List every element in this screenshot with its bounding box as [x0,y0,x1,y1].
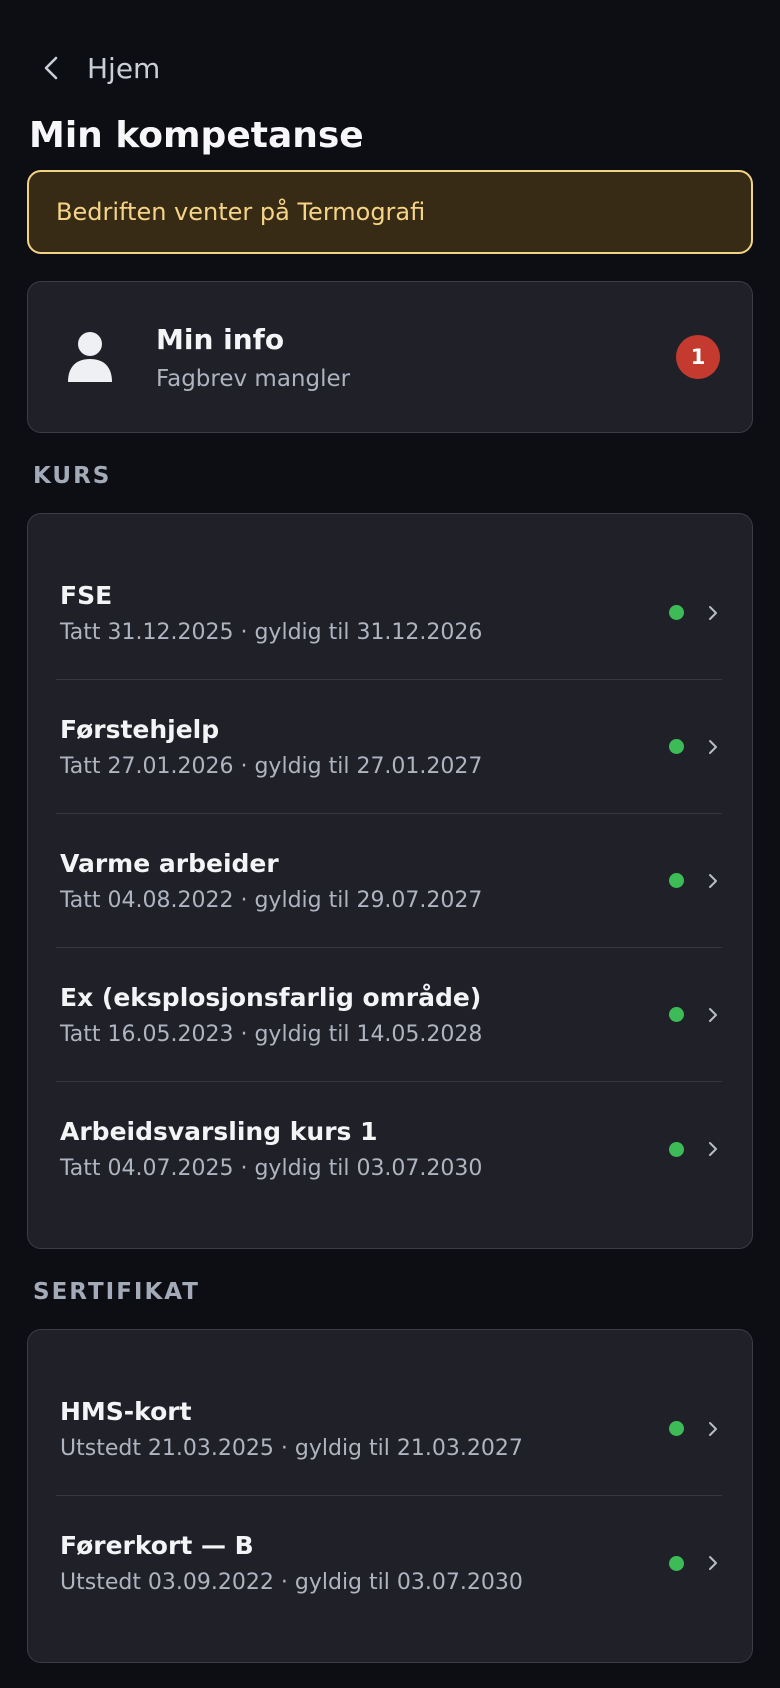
item-subtitle: Tatt 16.05.2023 · gyldig til 14.05.2028 [60,1021,483,1047]
notification-badge: 1 [676,335,720,380]
item-title: Varme arbeider [60,848,279,878]
item-subtitle: Tatt 04.08.2022 · gyldig til 29.07.2027 [60,887,483,913]
item-title: Førstehjelp [60,714,220,744]
chevron-right-icon [708,871,722,891]
my-info-subtitle: Fagbrev mangler [156,365,351,392]
chevron-right-icon [708,1139,722,1159]
pending-notice-banner: Bedriften venter på Termografi [27,170,753,255]
notice-text: Bedriften venter på Termografi [56,198,426,227]
person-icon [66,330,114,384]
item-subtitle: Utstedt 03.09.2022 · gyldig til 03.07.20… [60,1570,523,1596]
item-subtitle: Tatt 04.07.2025 · gyldig til 03.07.2030 [60,1156,483,1182]
list-item[interactable]: Førerkort — B Utstedt 03.09.2022 · gyldi… [56,1496,722,1630]
my-info-card[interactable]: Min info Fagbrev mangler 1 [27,281,753,434]
item-subtitle: Tatt 31.12.2025 · gyldig til 31.12.2026 [60,619,483,645]
my-info-text: Min info Fagbrev mangler [156,323,676,392]
status-dot-icon [669,739,684,755]
list-item[interactable]: Førstehjelp Tatt 27.01.2026 · gyldig til… [56,680,722,815]
status-dot-icon [669,1007,684,1023]
sertifikat-list: HMS-kort Utstedt 21.03.2025 · gyldig til… [27,1329,753,1664]
section-label-kurs: KURS [33,463,112,490]
item-title: Arbeidsvarsling kurs 1 [60,1117,378,1147]
status-dot-icon [669,1421,684,1437]
item-title: Førerkort — B [60,1531,254,1561]
chevron-left-icon [43,56,67,80]
list-item[interactable]: HMS-kort Utstedt 21.03.2025 · gyldig til… [56,1362,722,1497]
page-title: Min kompetanse [29,115,364,156]
page: Hjem Min kompetanse Bedriften venter på … [0,42,780,1688]
chevron-right-icon [708,1419,722,1439]
item-subtitle: Tatt 27.01.2026 · gyldig til 27.01.2027 [60,753,483,779]
list-item[interactable]: Varme arbeider Tatt 04.08.2022 · gyldig … [56,814,722,949]
back-button[interactable]: Hjem [27,42,753,94]
status-dot-icon [669,1141,684,1157]
my-info-title: Min info [156,322,285,356]
list-item[interactable]: Ex (eksplosjonsfarlig område) Tatt 16.05… [56,948,722,1083]
chevron-right-icon [708,603,722,623]
status-dot-icon [669,873,684,889]
list-item[interactable]: FSE Tatt 31.12.2025 · gyldig til 31.12.2… [56,546,722,681]
item-title: Ex (eksplosjonsfarlig område) [60,982,482,1012]
back-label: Hjem [87,51,161,85]
section-label-sertifikat: SERTIFIKAT [33,1279,200,1306]
kurs-list: FSE Tatt 31.12.2025 · gyldig til 31.12.2… [27,513,753,1250]
item-subtitle: Utstedt 21.03.2025 · gyldig til 21.03.20… [60,1435,523,1461]
item-title: HMS-kort [60,1396,192,1426]
chevron-right-icon [708,737,722,757]
chevron-right-icon [708,1553,722,1573]
chevron-right-icon [708,1005,722,1025]
status-dot-icon [669,1555,684,1571]
status-dot-icon [669,605,684,621]
item-title: FSE [60,580,113,610]
list-item[interactable]: Arbeidsvarsling kurs 1 Tatt 04.07.2025 ·… [56,1082,722,1216]
